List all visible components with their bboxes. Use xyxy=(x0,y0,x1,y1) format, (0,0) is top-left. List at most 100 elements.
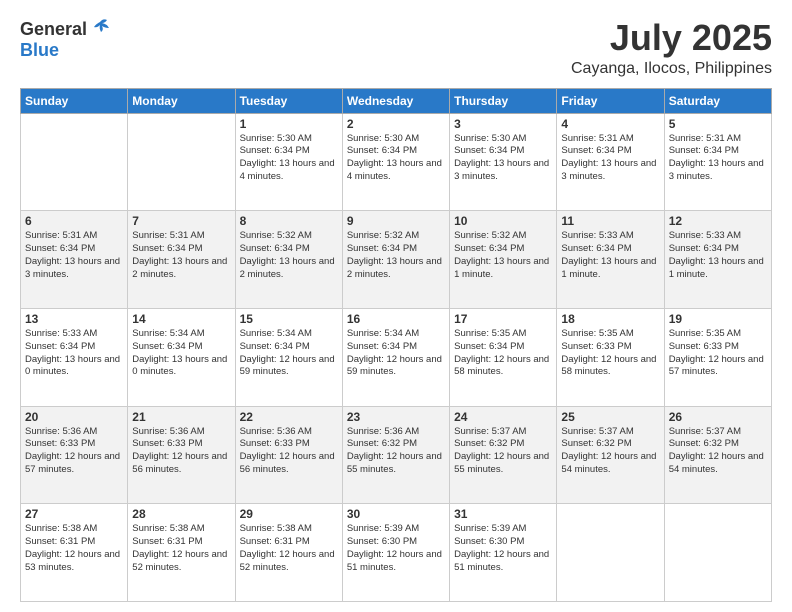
table-row: 1 Sunrise: 5:30 AM Sunset: 6:34 PM Daylig… xyxy=(235,113,342,211)
calendar-table: Sunday Monday Tuesday Wednesday Thursday… xyxy=(20,88,772,602)
day-number: 12 xyxy=(669,214,767,228)
day-number: 15 xyxy=(240,312,338,326)
table-row: 21Sunrise: 5:36 AM Sunset: 6:33 PM Dayli… xyxy=(128,406,235,504)
table-row: 3 Sunrise: 5:30 AM Sunset: 6:34 PM Daylig… xyxy=(450,113,557,211)
table-row: 26Sunrise: 5:37 AM Sunset: 6:32 PM Dayli… xyxy=(664,406,771,504)
calendar-week-row: 1 Sunrise: 5:30 AM Sunset: 6:34 PM Daylig… xyxy=(21,113,772,211)
col-saturday: Saturday xyxy=(664,88,771,113)
table-row: 20 Sunrise: 5:36 AM Sunset: 6:33 PM Dayli… xyxy=(21,406,128,504)
day-info: Sunrise: 5:37 AM Sunset: 6:32 PM Dayligh… xyxy=(561,426,659,477)
col-thursday: Thursday xyxy=(450,88,557,113)
day-number: 14 xyxy=(132,312,230,326)
page: General Blue July 2025 Cayanga, Ilocos, … xyxy=(0,0,792,612)
table-row: 15 Sunrise: 5:34 AM Sunset: 6:34 PM Dayli… xyxy=(235,308,342,406)
day-number: 20 xyxy=(25,410,123,424)
day-info: Sunrise: 5:32 AM Sunset: 6:34 PM Dayligh… xyxy=(240,230,338,281)
day-number: 19 xyxy=(669,312,767,326)
day-info: Sunrise: 5:31 AM Sunset: 6:34 PM Dayligh… xyxy=(25,230,123,281)
day-number: 7 xyxy=(132,214,230,228)
table-row: 27Sunrise: 5:38 AM Sunset: 6:31 PM Dayli… xyxy=(21,504,128,602)
day-info: Sunrise: 5:34 AM Sunset: 6:34 PM Dayligh… xyxy=(240,328,338,379)
day-number: 21 xyxy=(132,410,230,424)
day-info: Sunrise: 5:35 AM Sunset: 6:33 PM Dayligh… xyxy=(561,328,659,379)
day-info: Sunrise: 5:37 AM Sunset: 6:32 PM Dayligh… xyxy=(454,426,552,477)
table-row: 18 Sunrise: 5:35 AM Sunset: 6:33 PM Dayli… xyxy=(557,308,664,406)
day-info: Sunrise: 5:39 AM Sunset: 6:30 PM Dayligh… xyxy=(347,523,445,574)
calendar-week-row: 20 Sunrise: 5:36 AM Sunset: 6:33 PM Dayli… xyxy=(21,406,772,504)
month-title: July 2025 xyxy=(571,18,772,58)
day-number: 30 xyxy=(347,507,445,521)
table-row: 28Sunrise: 5:38 AM Sunset: 6:31 PM Dayli… xyxy=(128,504,235,602)
day-number: 8 xyxy=(240,214,338,228)
day-number: 31 xyxy=(454,507,552,521)
day-info: Sunrise: 5:30 AM Sunset: 6:34 PM Dayligh… xyxy=(454,133,552,184)
table-row: 11Sunrise: 5:33 AM Sunset: 6:34 PM Dayli… xyxy=(557,211,664,309)
day-info: Sunrise: 5:35 AM Sunset: 6:33 PM Dayligh… xyxy=(669,328,767,379)
day-info: Sunrise: 5:39 AM Sunset: 6:30 PM Dayligh… xyxy=(454,523,552,574)
table-row: 6Sunrise: 5:31 AM Sunset: 6:34 PM Daylig… xyxy=(21,211,128,309)
day-info: Sunrise: 5:32 AM Sunset: 6:34 PM Dayligh… xyxy=(454,230,552,281)
day-info: Sunrise: 5:36 AM Sunset: 6:33 PM Dayligh… xyxy=(240,426,338,477)
day-info: Sunrise: 5:32 AM Sunset: 6:34 PM Dayligh… xyxy=(347,230,445,281)
day-number: 17 xyxy=(454,312,552,326)
day-number: 5 xyxy=(669,117,767,131)
day-number: 29 xyxy=(240,507,338,521)
day-info: Sunrise: 5:33 AM Sunset: 6:34 PM Dayligh… xyxy=(25,328,123,379)
day-info: Sunrise: 5:38 AM Sunset: 6:31 PM Dayligh… xyxy=(132,523,230,574)
day-number: 4 xyxy=(561,117,659,131)
table-row: 23 Sunrise: 5:36 AM Sunset: 6:32 PM Dayli… xyxy=(342,406,449,504)
logo-general: General xyxy=(20,20,87,40)
day-number: 23 xyxy=(347,410,445,424)
title-block: July 2025 Cayanga, Ilocos, Philippines xyxy=(571,18,772,78)
table-row: 4 Sunrise: 5:31 AM Sunset: 6:34 PM Daylig… xyxy=(557,113,664,211)
col-tuesday: Tuesday xyxy=(235,88,342,113)
day-number: 27 xyxy=(25,507,123,521)
col-wednesday: Wednesday xyxy=(342,88,449,113)
day-number: 18 xyxy=(561,312,659,326)
calendar-week-row: 6Sunrise: 5:31 AM Sunset: 6:34 PM Daylig… xyxy=(21,211,772,309)
day-info: Sunrise: 5:31 AM Sunset: 6:34 PM Dayligh… xyxy=(669,133,767,184)
weekday-header-row: Sunday Monday Tuesday Wednesday Thursday… xyxy=(21,88,772,113)
table-row: 8 Sunrise: 5:32 AM Sunset: 6:34 PM Daylig… xyxy=(235,211,342,309)
table-row: 17Sunrise: 5:35 AM Sunset: 6:34 PM Dayli… xyxy=(450,308,557,406)
day-info: Sunrise: 5:31 AM Sunset: 6:34 PM Dayligh… xyxy=(132,230,230,281)
table-row xyxy=(21,113,128,211)
table-row: 25Sunrise: 5:37 AM Sunset: 6:32 PM Dayli… xyxy=(557,406,664,504)
day-number: 1 xyxy=(240,117,338,131)
day-info: Sunrise: 5:30 AM Sunset: 6:34 PM Dayligh… xyxy=(240,133,338,184)
logo-bird-icon xyxy=(89,18,111,41)
day-number: 16 xyxy=(347,312,445,326)
table-row: 22 Sunrise: 5:36 AM Sunset: 6:33 PM Dayli… xyxy=(235,406,342,504)
col-friday: Friday xyxy=(557,88,664,113)
table-row: 10 Sunrise: 5:32 AM Sunset: 6:34 PM Dayli… xyxy=(450,211,557,309)
day-info: Sunrise: 5:37 AM Sunset: 6:32 PM Dayligh… xyxy=(669,426,767,477)
day-info: Sunrise: 5:38 AM Sunset: 6:31 PM Dayligh… xyxy=(240,523,338,574)
day-info: Sunrise: 5:33 AM Sunset: 6:34 PM Dayligh… xyxy=(669,230,767,281)
day-number: 13 xyxy=(25,312,123,326)
header: General Blue July 2025 Cayanga, Ilocos, … xyxy=(20,18,772,78)
table-row: 12 Sunrise: 5:33 AM Sunset: 6:34 PM Dayli… xyxy=(664,211,771,309)
table-row xyxy=(664,504,771,602)
day-info: Sunrise: 5:30 AM Sunset: 6:34 PM Dayligh… xyxy=(347,133,445,184)
day-number: 10 xyxy=(454,214,552,228)
col-monday: Monday xyxy=(128,88,235,113)
table-row xyxy=(557,504,664,602)
table-row: 13 Sunrise: 5:33 AM Sunset: 6:34 PM Dayli… xyxy=(21,308,128,406)
location-subtitle: Cayanga, Ilocos, Philippines xyxy=(571,60,772,78)
day-number: 2 xyxy=(347,117,445,131)
day-info: Sunrise: 5:36 AM Sunset: 6:32 PM Dayligh… xyxy=(347,426,445,477)
table-row: 14 Sunrise: 5:34 AM Sunset: 6:34 PM Dayli… xyxy=(128,308,235,406)
table-row: 19 Sunrise: 5:35 AM Sunset: 6:33 PM Dayli… xyxy=(664,308,771,406)
table-row: 29 Sunrise: 5:38 AM Sunset: 6:31 PM Dayli… xyxy=(235,504,342,602)
day-number: 3 xyxy=(454,117,552,131)
day-info: Sunrise: 5:34 AM Sunset: 6:34 PM Dayligh… xyxy=(347,328,445,379)
day-info: Sunrise: 5:34 AM Sunset: 6:34 PM Dayligh… xyxy=(132,328,230,379)
day-info: Sunrise: 5:36 AM Sunset: 6:33 PM Dayligh… xyxy=(25,426,123,477)
day-number: 24 xyxy=(454,410,552,424)
table-row: 24 Sunrise: 5:37 AM Sunset: 6:32 PM Dayli… xyxy=(450,406,557,504)
calendar-week-row: 27 Sunrise: 5:38 AM Sunset: 6:31 PM Dayli… xyxy=(21,504,772,602)
day-number: 22 xyxy=(240,410,338,424)
table-row: 31 Sunrise: 5:39 AM Sunset: 6:30 PM Dayli… xyxy=(450,504,557,602)
table-row: 30 Sunrise: 5:39 AM Sunset: 6:30 PM Dayli… xyxy=(342,504,449,602)
day-info: Sunrise: 5:31 AM Sunset: 6:34 PM Dayligh… xyxy=(561,133,659,184)
